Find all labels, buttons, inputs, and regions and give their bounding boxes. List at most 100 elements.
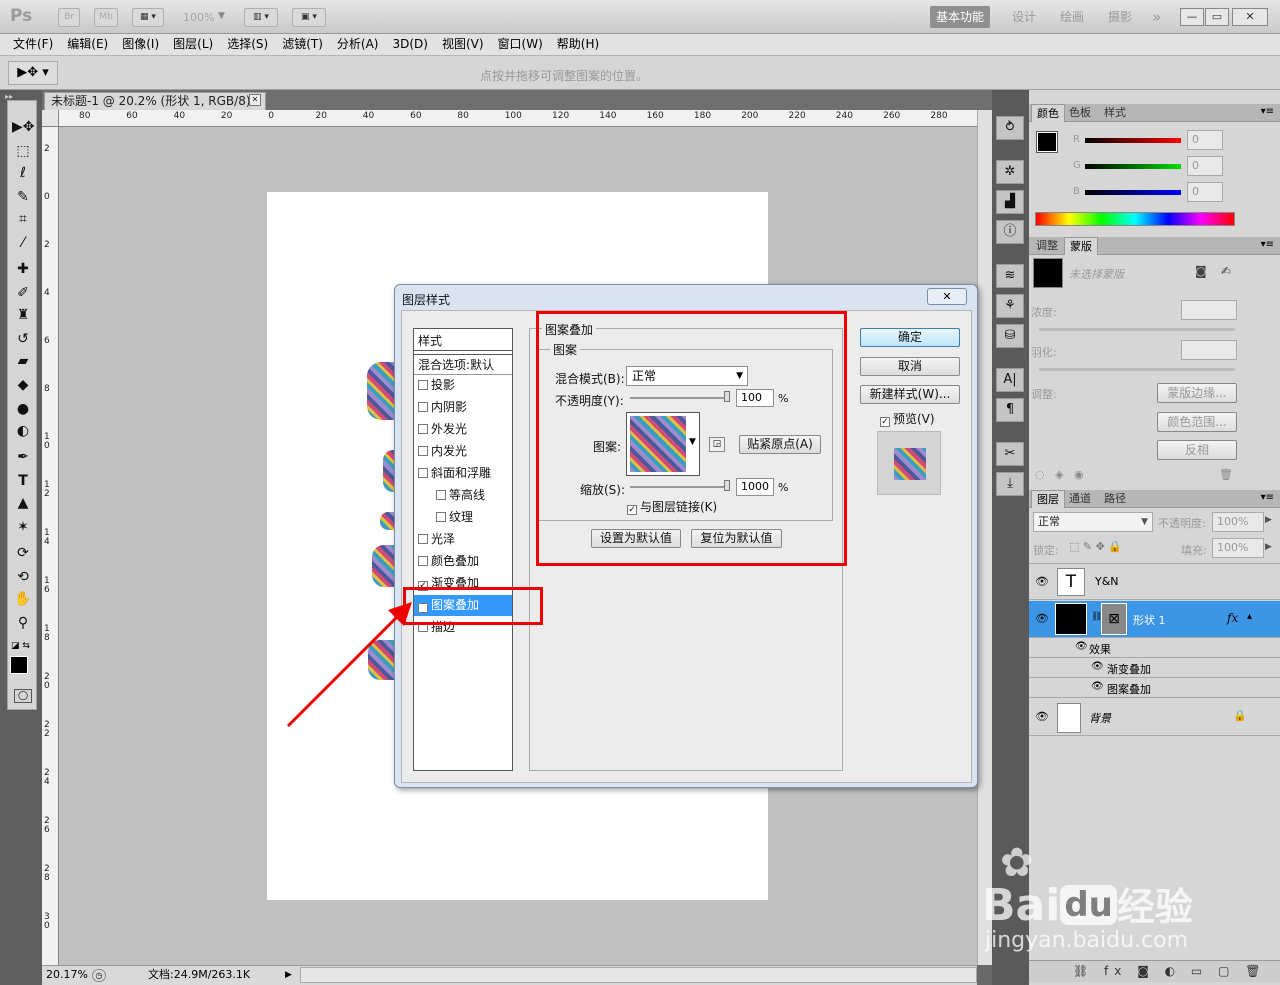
- healing-tool-icon[interactable]: ✚: [12, 259, 34, 279]
- blending-options-item[interactable]: 混合选项:默认: [414, 354, 512, 375]
- r-value[interactable]: 0: [1187, 130, 1223, 150]
- fill-value[interactable]: 100%: [1212, 538, 1264, 558]
- menu-window[interactable]: 窗口(W): [491, 34, 550, 55]
- preview-checkbox[interactable]: ✓: [880, 417, 890, 427]
- zoom-dropdown-icon[interactable]: ▼: [218, 11, 225, 21]
- minimize-button[interactable]: —: [1180, 8, 1204, 26]
- swap-colors-icon[interactable]: ◪ ⇆: [11, 641, 30, 651]
- style-item[interactable]: 颜色叠加: [414, 551, 512, 572]
- workspace-essentials[interactable]: 基本功能: [930, 6, 991, 28]
- horizontal-scrollbar[interactable]: [300, 967, 977, 983]
- style-checkbox[interactable]: [418, 424, 428, 434]
- 3d-orbit-tool-icon[interactable]: ⟲: [12, 567, 34, 587]
- color-panel-menu-icon[interactable]: ▾≡: [1261, 106, 1274, 117]
- effect-row-gradient[interactable]: 👁 渐变叠加: [1029, 659, 1280, 678]
- crop-tool-icon[interactable]: ⌗: [12, 209, 34, 229]
- menu-filter[interactable]: 滤镜(T): [275, 34, 330, 55]
- invert-button[interactable]: 反相: [1157, 440, 1237, 460]
- visibility-eye-icon[interactable]: 👁: [1035, 575, 1049, 588]
- layer-name[interactable]: 背景: [1089, 710, 1111, 726]
- arrange-documents-icon[interactable]: ▥ ▾: [244, 8, 278, 27]
- style-item[interactable]: 内发光: [414, 441, 512, 462]
- style-item[interactable]: 纹理: [414, 507, 512, 528]
- visibility-eye-icon[interactable]: 👁: [1035, 612, 1049, 625]
- style-checkbox[interactable]: [436, 512, 446, 522]
- g-value[interactable]: 0: [1187, 156, 1223, 176]
- info-panel-icon[interactable]: ⓘ: [996, 220, 1024, 244]
- pen-tool-icon[interactable]: ✒: [12, 447, 34, 467]
- blend-mode-select[interactable]: 正常 ▼: [1033, 512, 1153, 532]
- cancel-button[interactable]: 取消: [860, 357, 960, 376]
- workspace-painting[interactable]: 绘画: [1054, 6, 1090, 28]
- workspace-design[interactable]: 设计: [1006, 6, 1042, 28]
- menu-analysis[interactable]: 分析(A): [330, 34, 386, 55]
- dodge-tool-icon[interactable]: ◐: [12, 421, 34, 441]
- character-panel-icon[interactable]: A|: [996, 368, 1024, 392]
- actions-panel-icon[interactable]: ✂: [996, 442, 1024, 466]
- minibridge-button[interactable]: Mb: [94, 8, 118, 27]
- zoom-level[interactable]: 100%: [183, 11, 214, 24]
- menu-help[interactable]: 帮助(H): [550, 34, 606, 55]
- type-tool-icon[interactable]: T: [12, 471, 34, 491]
- effects-row[interactable]: 👁 效果: [1029, 639, 1280, 658]
- view-extras-icon[interactable]: ▦ ▾: [132, 8, 164, 27]
- effect-eye-icon[interactable]: 👁: [1075, 641, 1088, 652]
- bridge-button[interactable]: Br: [58, 8, 80, 27]
- restore-button[interactable]: ▭: [1205, 8, 1229, 26]
- style-item[interactable]: 光泽: [414, 529, 512, 550]
- ok-button[interactable]: 确定: [860, 328, 960, 347]
- navigator-panel-icon[interactable]: ✲: [996, 160, 1024, 184]
- quick-select-tool-icon[interactable]: ✎: [12, 187, 34, 207]
- brush-tool-icon[interactable]: ✐: [12, 283, 34, 303]
- status-info-icon[interactable]: ◷: [92, 969, 106, 982]
- move-tool-preset-icon[interactable]: ▶✥ ▾: [8, 61, 58, 85]
- tab-masks[interactable]: 蒙版: [1064, 237, 1098, 255]
- layer-name[interactable]: 形状 1: [1133, 612, 1166, 628]
- 3d-panel-icon[interactable]: ⤓: [996, 472, 1024, 496]
- mask-footer-icons[interactable]: ◌ ◈ ◉: [1035, 468, 1084, 481]
- zoom-tool-icon[interactable]: ⚲: [12, 613, 34, 633]
- pixel-mask-icon[interactable]: ◙: [1195, 264, 1207, 278]
- style-checkbox[interactable]: [418, 534, 428, 544]
- mask-edge-button[interactable]: 蒙版边缘...: [1157, 383, 1237, 403]
- tool-presets-icon[interactable]: ⛁: [996, 324, 1024, 348]
- screen-mode-icon[interactable]: ▣ ▾: [292, 8, 326, 27]
- layer-row-shape-selected[interactable]: 👁 ⛓ ⊠ 形状 1 fx ▴: [1029, 601, 1280, 638]
- vector-mask-icon[interactable]: ✍: [1221, 264, 1231, 278]
- status-menu-arrow-icon[interactable]: ▶: [285, 966, 292, 984]
- history-brush-icon[interactable]: ↺: [12, 329, 34, 349]
- new-style-button[interactable]: 新建样式(W)...: [860, 385, 960, 404]
- move-tool-icon[interactable]: ▶✥: [12, 117, 35, 137]
- tab-styles[interactable]: 样式: [1099, 104, 1131, 122]
- feather-slider[interactable]: [1039, 368, 1235, 371]
- eraser-tool-icon[interactable]: ▰: [12, 351, 34, 371]
- stamp-tool-icon[interactable]: ♜: [12, 305, 34, 325]
- close-document-icon[interactable]: ✕: [249, 94, 261, 106]
- layer-name[interactable]: Y&N: [1095, 575, 1119, 588]
- fx-icon[interactable]: fx: [1227, 611, 1238, 625]
- path-select-tool-icon[interactable]: ▲: [12, 493, 34, 513]
- opacity-value[interactable]: 100%: [1212, 512, 1264, 532]
- status-zoom[interactable]: 20.17%: [46, 966, 88, 984]
- style-checkbox[interactable]: [436, 490, 446, 500]
- menu-image[interactable]: 图像(I): [115, 34, 166, 55]
- density-slider[interactable]: [1039, 328, 1235, 331]
- color-spectrum-bar[interactable]: [1035, 212, 1235, 226]
- tab-channels[interactable]: 通道: [1064, 490, 1096, 508]
- vertical-scrollbar[interactable]: [977, 110, 992, 965]
- blur-tool-icon[interactable]: ●: [12, 399, 34, 419]
- 3d-rotate-tool-icon[interactable]: ⟳: [12, 543, 34, 563]
- fill-arrow-icon[interactable]: ▶: [1265, 542, 1272, 552]
- effect-row-pattern[interactable]: 👁 图案叠加: [1029, 679, 1280, 698]
- style-item[interactable]: 斜面和浮雕: [414, 463, 512, 484]
- tab-adjustments[interactable]: 调整: [1031, 237, 1063, 255]
- b-slider[interactable]: [1085, 190, 1181, 195]
- style-checkbox[interactable]: [418, 556, 428, 566]
- marquee-tool-icon[interactable]: ⬚: [12, 141, 34, 161]
- feather-value[interactable]: [1181, 340, 1237, 360]
- style-checkbox[interactable]: [418, 402, 428, 412]
- workspace-more-icon[interactable]: »: [1146, 6, 1167, 28]
- preview-toggle[interactable]: ✓ 预览(V): [880, 410, 935, 427]
- style-checkbox[interactable]: [418, 468, 428, 478]
- ruler-origin[interactable]: [42, 110, 59, 127]
